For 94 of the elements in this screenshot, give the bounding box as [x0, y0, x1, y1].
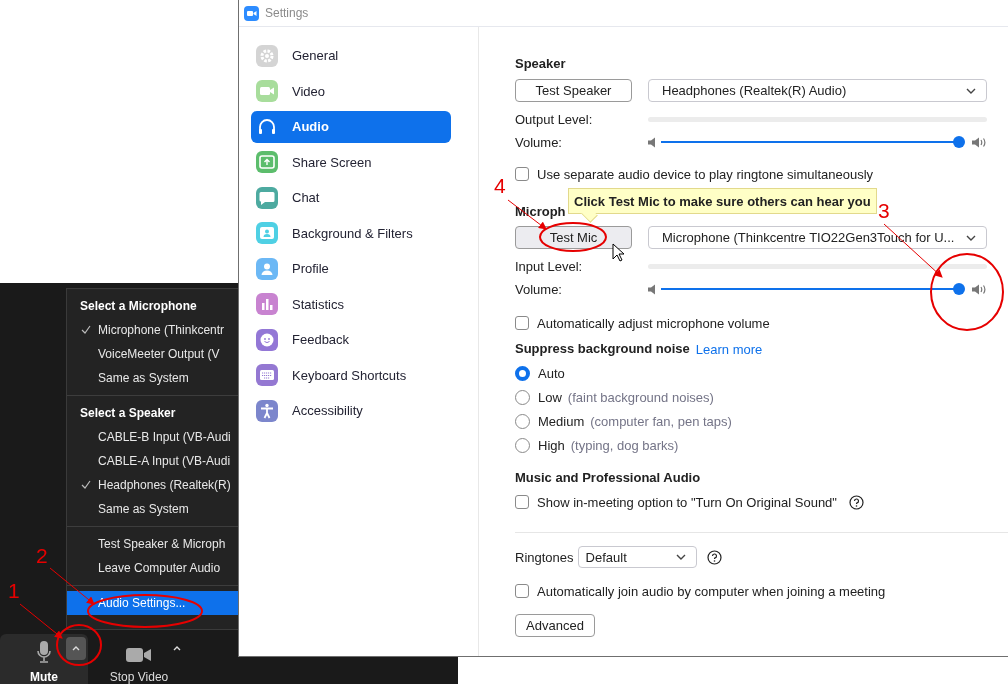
help-icon[interactable] [706, 549, 722, 565]
learn-more-link[interactable]: Learn more [695, 341, 763, 357]
radio-hint: (faint background noises) [567, 389, 714, 405]
sidebar-item[interactable]: Video [251, 75, 451, 107]
chevron-down-icon [966, 234, 976, 241]
field-label: Volume: [515, 134, 563, 150]
slider-thumb[interactable] [953, 283, 965, 295]
checkbox-label[interactable]: Use separate audio device to play ringtone simultaneously [537, 166, 874, 182]
annotation-number: 2 [36, 544, 48, 567]
radio-label[interactable]: Medium [538, 413, 585, 429]
menu-item[interactable]: VoiceMeeter Output (V [67, 342, 238, 366]
help-icon[interactable] [848, 494, 864, 510]
annotation-ellipse [539, 222, 607, 252]
menu-heading: Select a Microphone [79, 298, 198, 315]
window-title: Settings [265, 6, 309, 20]
dropdown[interactable]: Default [577, 546, 697, 568]
chat-bubble-icon [256, 186, 278, 209]
field-label: Input Level: [515, 258, 584, 274]
speaker-icon [648, 136, 656, 148]
chevron-down-icon [966, 87, 976, 94]
sidebar-item[interactable]: Chat [251, 181, 451, 214]
annotation-number: 4 [494, 174, 506, 197]
toolbar-label[interactable]: Mute [30, 670, 58, 684]
section-heading: Music and Professional Audio [515, 470, 701, 486]
toolbar-button-background[interactable]: Mute [0, 634, 88, 684]
field-label: Volume: [515, 281, 563, 297]
keyboard-icon [256, 364, 278, 386]
menu-item[interactable]: CABLE-B Input (VB-Audi [67, 425, 238, 449]
sidebar-item[interactable]: Feedback [251, 323, 451, 356]
microphone-icon [37, 641, 51, 663]
video-camera-icon [256, 80, 278, 102]
radio-hint: (computer fan, pen taps) [590, 413, 732, 429]
radio-label[interactable]: Low [538, 389, 562, 405]
menu-item[interactable]: Audio Settings... [67, 591, 238, 615]
annotation-arrow [49, 567, 95, 605]
sidebar-item[interactable]: Share Screen [251, 146, 451, 178]
menu-item[interactable]: Leave Computer Audio [67, 556, 238, 580]
test-speaker-button[interactable]: Test Speaker [515, 79, 632, 102]
chevron-down-icon [675, 554, 686, 560]
menu-heading: Select a Speaker [79, 405, 177, 422]
accessibility-icon [256, 399, 278, 422]
checkbox-label[interactable]: Automatically join audio by computer when joining a meeting [537, 583, 886, 599]
sidebar-item[interactable]: Profile [251, 252, 451, 285]
caret-icon [72, 646, 80, 651]
portrait-icon [256, 222, 278, 244]
checkbox-label[interactable]: Automatically adjust microphone volume [537, 315, 770, 331]
bar-chart-icon [256, 293, 278, 315]
checkbox[interactable] [515, 316, 529, 330]
checkbox[interactable] [515, 495, 529, 509]
menu-item[interactable]: Headphones (Realtek(R) [67, 473, 238, 497]
menu-item[interactable]: Test Speaker & Microph [67, 532, 238, 556]
menu-item[interactable]: Same as System [67, 497, 238, 521]
sidebar-item[interactable]: Keyboard Shortcuts [251, 359, 451, 391]
toolbar-label[interactable]: Stop Video [109, 670, 169, 684]
video-camera-icon [126, 647, 152, 663]
sidebar-item[interactable]: General [251, 39, 451, 72]
menu-item[interactable]: CABLE-A Input (VB-Audi [67, 449, 238, 473]
sidebar-item[interactable]: Background & Filters [251, 217, 451, 249]
caret-icon[interactable] [173, 646, 181, 651]
sidebar-item[interactable]: Statistics [251, 288, 451, 320]
checkbox-label[interactable]: Show in-meeting option to "Turn On Original Sound" [537, 494, 837, 510]
sidebar-item[interactable]: Accessibility [251, 394, 451, 427]
caret-button[interactable] [66, 637, 86, 660]
checkbox[interactable] [515, 167, 529, 181]
check-icon [81, 480, 91, 489]
radio-hint: (typing, dog barks) [570, 437, 679, 453]
smiley-icon [256, 328, 278, 351]
speaker-icon [648, 283, 656, 295]
share-screen-icon [256, 151, 278, 173]
annotation-number: 1 [8, 579, 20, 602]
radio-button[interactable] [515, 365, 530, 381]
person-icon [256, 257, 278, 280]
advanced-button[interactable]: Advanced [515, 614, 595, 637]
menu-item[interactable]: Same as System [67, 366, 238, 390]
annotation-number: 3 [878, 199, 890, 222]
check-icon [81, 325, 91, 334]
speaker-loud-icon [972, 136, 987, 148]
menu-item[interactable]: Microphone (Thinkcentr [67, 318, 238, 342]
dropdown[interactable]: Headphones (Realtek(R) Audio) [648, 79, 987, 102]
annotation-arrow [19, 603, 63, 639]
gear-icon [256, 44, 278, 67]
test-mic-button[interactable]: Test Mic [515, 226, 632, 249]
radio-label[interactable]: Auto [538, 365, 565, 381]
radio-label[interactable]: High [538, 437, 565, 453]
section-heading: Suppress background noise [515, 341, 690, 357]
cursor-icon [612, 243, 624, 262]
field-label: Output Level: [515, 111, 594, 127]
app-logo-icon [244, 5, 259, 21]
slider-thumb[interactable] [953, 136, 965, 148]
checkbox[interactable] [515, 584, 529, 598]
speaker-loud-icon [972, 283, 987, 295]
section-heading: Speaker [515, 56, 566, 72]
sidebar-item[interactable]: Audio [251, 110, 451, 143]
field-label: Ringtones [515, 549, 574, 565]
